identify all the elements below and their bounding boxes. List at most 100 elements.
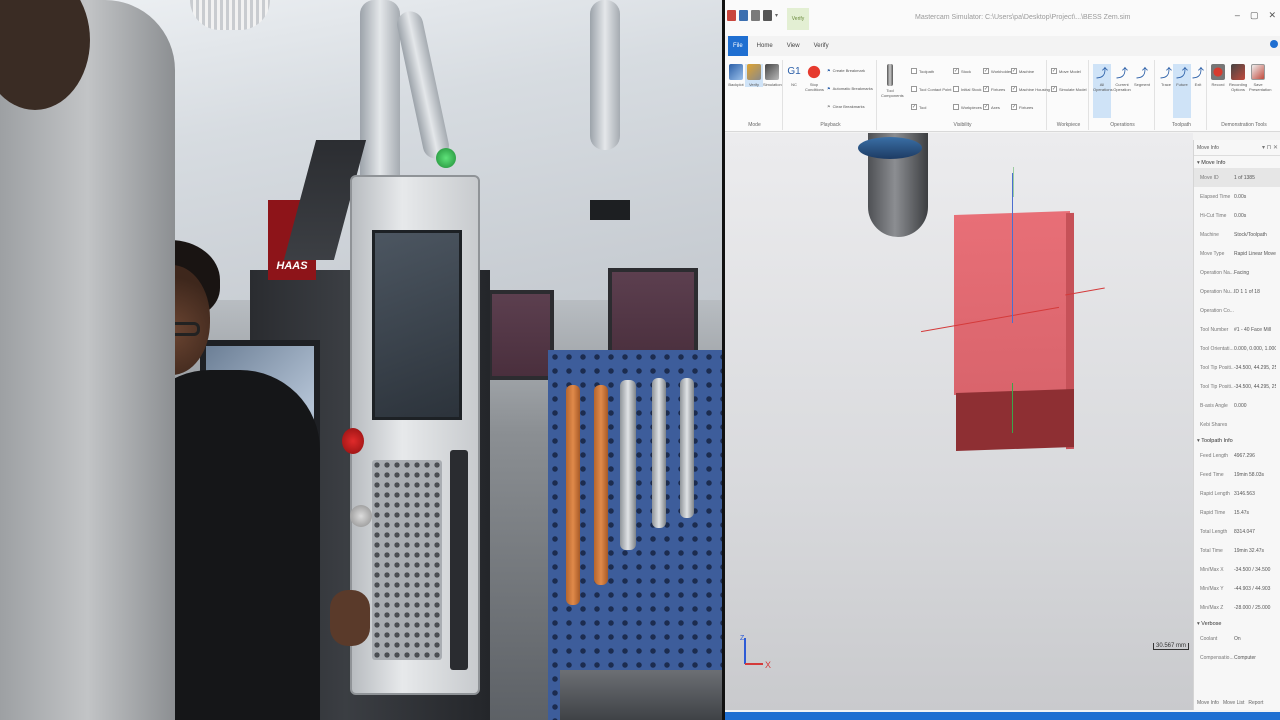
panel-row: Hi-Cut Time 0.00s [1194,206,1280,225]
workholder-checkbox[interactable]: ✓ Workholder [983,68,1011,74]
fixtures-checkbox[interactable]: ✓ Fixtures [983,86,1005,92]
group-label-toolpath: Toolpath [1172,122,1191,128]
stock-checkbox[interactable]: ✓ Stock [953,68,971,74]
panel-row: Rapid Time 15.47s [1194,503,1280,522]
contextual-tab-verify[interactable]: Verify [787,8,809,30]
panel-row-value: 15.47s [1234,509,1250,516]
fixtures-visibility-checkbox[interactable]: ✓ Fixtures [1011,104,1033,110]
panel-row: Move ID 1 of 1385 [1194,168,1280,187]
panel-row-value: #1 - 40 Face Mill [1234,326,1271,333]
panel-row-value: 0.00s [1234,193,1247,200]
ceiling-duct [590,0,620,150]
group-label-playback: Playback [820,122,841,128]
panel-row: Kebi Shares [1194,415,1280,434]
panel-row-key: Elapsed Time [1200,193,1231,200]
verify-button[interactable]: Verify [745,64,763,87]
automatic-breakmarks-button[interactable]: ⚑ Automatic Breakmarks [827,86,873,91]
panel-row-value: -34.500, 44.295, 25 [1234,364,1276,371]
stop-conditions-button[interactable]: Stop Conditions [805,64,824,92]
qat-dropdown-icon[interactable]: ▾ [775,12,778,19]
panel-row-key: Rapid Length [1200,490,1230,497]
panel-row-value: On [1234,635,1241,642]
tab-file[interactable]: File [728,36,748,56]
create-breakmark-button[interactable]: ⚑ Create Breakmark [827,68,865,73]
panel-row: Tool Orientati... 0.000, 0.000, 1.000 [1194,339,1280,358]
simulate-model-checkbox[interactable]: ✓ Simulate Model [1051,86,1087,92]
tab-verify[interactable]: Verify [809,41,834,51]
group-playback: G1 NC Stop Conditions ⚑ Create Breakmark ⚑… [785,60,877,130]
panel-row-key: Move ID [1200,174,1219,181]
save-presentation-button[interactable]: Save Presentation [1249,64,1271,92]
exit-button[interactable]: ⤴ Exit [1189,64,1207,87]
simulator-window: ▾ Verify Mastercam Simulator: C:\Users\p… [725,0,1280,720]
panel-section-header[interactable]: Toolpath Info [1194,434,1280,446]
clear-breakmarks-button[interactable]: ⚑ Clear Breakmarks [827,104,865,109]
group-mode: Backplot Verify Simulation Mode [727,60,783,130]
panel-row: Rapid Length 3146.563 [1194,484,1280,503]
panel-row-key: Move Type [1200,250,1225,257]
panel-row-value: 8314.047 [1234,528,1255,535]
save-icon[interactable] [751,10,760,21]
panel-row: Compensatio... Computer [1194,648,1280,667]
recording-options-button[interactable]: Recording Options [1229,64,1247,92]
wall-sign [590,200,630,220]
panel-row: Operation Co... [1194,301,1280,320]
minimize-button[interactable]: – [1235,10,1240,21]
screen: HAAS ▾ Verify Mastercam Simulator: C:\Us… [0,0,1280,720]
pin-icon[interactable] [763,10,772,21]
wrench-steel [652,378,666,528]
current-operation-button[interactable]: ⤴ Current Operation [1113,64,1131,92]
machine-checkbox[interactable]: ✓ Machine [1011,68,1034,74]
wall-window [488,290,554,380]
segment-button[interactable]: ⤴ Segment [1133,64,1151,87]
maximize-button[interactable]: ▢ [1250,10,1259,21]
tool-checkbox[interactable]: ✓ Tool [911,104,926,110]
simulation-viewport[interactable]: Z X 30.567 mm [725,133,1193,710]
move-model-checkbox[interactable]: ✓ Move Model [1051,68,1081,74]
tool-contact-point-checkbox[interactable]: Tool Contact Point [911,86,951,92]
panel-row-key: Min/Max Y [1200,585,1224,592]
all-operations-button[interactable]: ⤴ All Operations [1093,64,1113,118]
tab-view[interactable]: View [782,41,805,51]
panel-row: Total Time 19min 32.47s [1194,541,1280,560]
machine-housing-checkbox[interactable]: ✓ Machine Housing [1011,86,1050,92]
tab-move-info[interactable]: Move Info [1197,700,1219,706]
initial-stock-checkbox[interactable]: Initial Stock [953,86,981,92]
panel-row-key: Operation Nu... [1200,288,1234,295]
status-light [436,148,456,168]
z-axis-line-top [1013,167,1014,197]
app-icon [727,10,736,21]
open-icon[interactable] [739,10,748,21]
panel-row-key: Feed Time [1200,471,1224,478]
record-button[interactable]: Record [1209,64,1227,87]
close-button[interactable]: ✕ [1268,10,1276,21]
simulation-button[interactable]: Simulation [763,64,782,87]
backplot-button[interactable]: Backplot [727,64,745,87]
nc-button[interactable]: G1 NC [785,64,803,87]
axes-checkbox[interactable]: ✓ Axes [983,104,1000,110]
tool-components-button[interactable]: Tool Components [881,64,904,98]
scale-bar: 30.567 mm [1153,643,1190,650]
panel-row-value: 4967.296 [1234,452,1255,459]
tab-move-list[interactable]: Move List [1223,700,1244,706]
panel-section-header[interactable]: Verbose [1194,617,1280,629]
panel-controls[interactable]: ▾ ⊓ ✕ [1262,140,1278,156]
workpieces-checkbox[interactable]: Workpieces [953,104,982,110]
webcam-feed: HAAS [0,0,722,720]
triad-x-label: X [765,660,771,670]
wrench-steel [680,378,694,518]
group-visibility: Tool Components Toolpath Tool Contact Po… [879,60,1050,130]
panel-row-value: 1 of 1385 [1234,174,1255,181]
help-icon[interactable] [1270,40,1278,48]
panel-section-header[interactable]: Move Info [1194,156,1280,168]
panel-row-key: Total Length [1200,528,1228,535]
toolpath-checkbox[interactable]: Toolpath [911,68,934,74]
tab-report[interactable]: Report [1248,700,1263,706]
panel-row-value: Computer [1234,654,1256,661]
panel-footer-tabs: Move Info Move List Report [1194,700,1263,706]
tab-home[interactable]: Home [752,41,778,51]
panel-row: Elapsed Time 0.00s [1194,187,1280,206]
tool-holder-ring [858,137,922,159]
panel-row: Min/Max X -34.500 / 34.500 [1194,560,1280,579]
panel-body: Move Info Move ID 1 of 1385 Elapsed Time0.0… [1194,156,1280,667]
